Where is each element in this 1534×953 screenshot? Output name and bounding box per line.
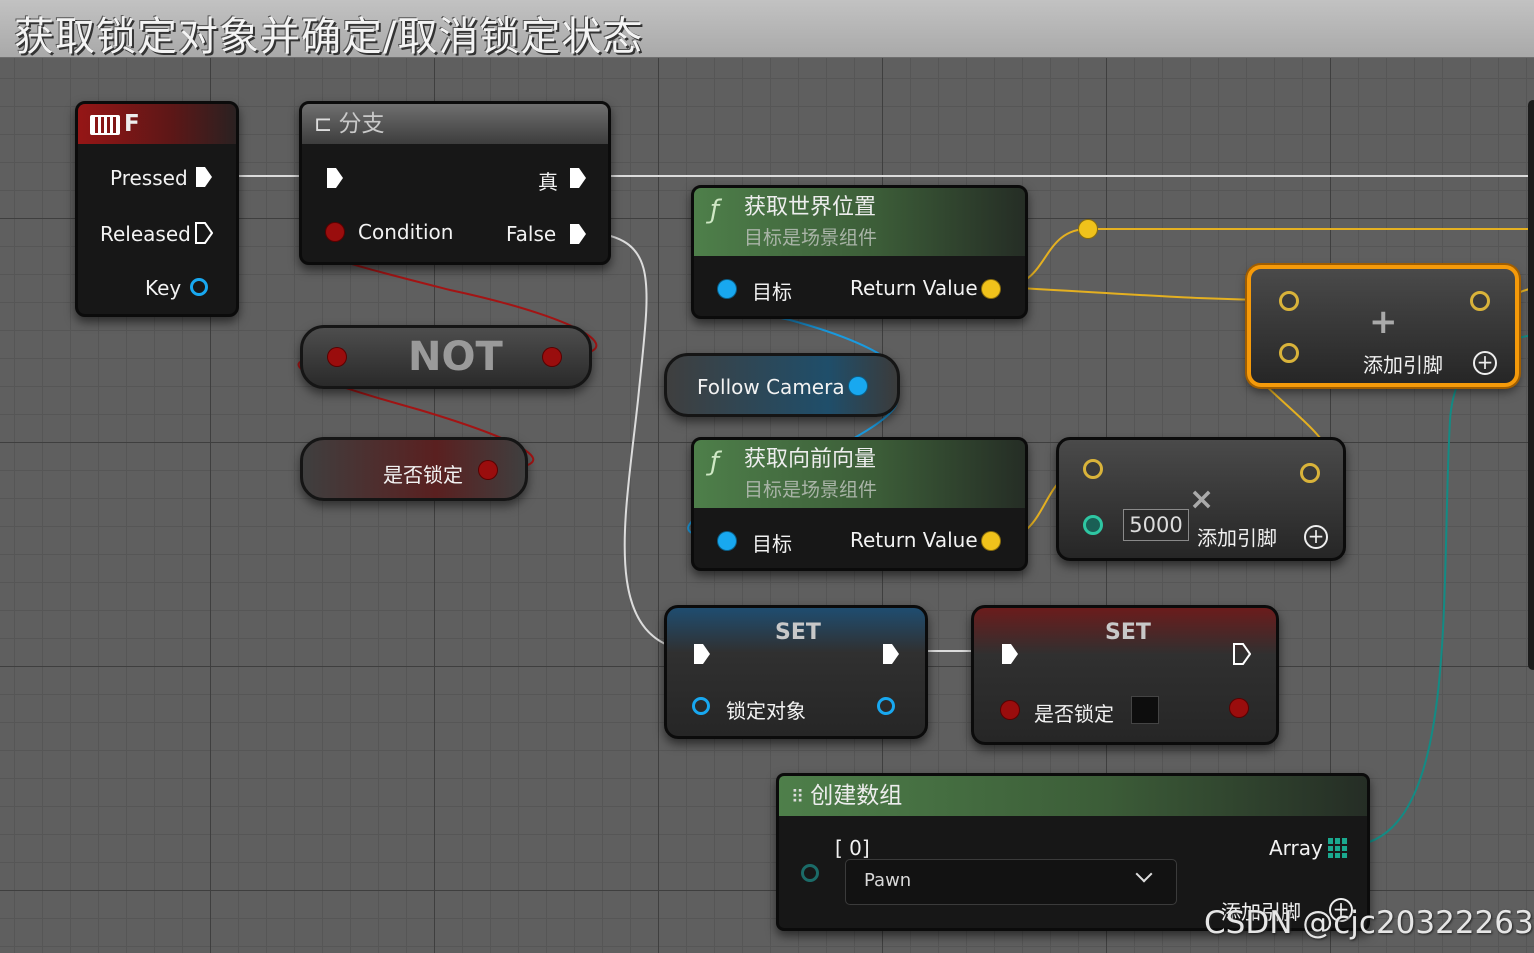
world-location-subtitle: 目标是场景组件: [744, 227, 878, 249]
multiply-add-pin-plus-icon[interactable]: +: [1304, 525, 1328, 549]
exec-wire-false-set: [589, 231, 691, 652]
multiply-value-field[interactable]: 5000: [1123, 509, 1189, 541]
not-node-title: NOT: [408, 334, 503, 380]
world-location-return-pin[interactable]: [982, 280, 1000, 298]
set-is-locked-exec-out[interactable]: [1233, 643, 1251, 665]
multiply-input-vector-pin[interactable]: [1083, 459, 1103, 479]
set-lock-target-input-pin[interactable]: [692, 697, 710, 715]
follow-camera-variable-node[interactable]: Follow Camera: [664, 353, 900, 417]
branch-exec-in-pin[interactable]: [326, 167, 344, 189]
make-array-title: 创建数组: [810, 783, 903, 809]
key-struct-pin[interactable]: [190, 278, 208, 296]
array-wire-out: [1345, 334, 1534, 847]
keyboard-icon: [90, 114, 120, 135]
vector-reroute-node[interactable]: [1079, 220, 1097, 238]
condition-bool-pin[interactable]: [326, 223, 344, 241]
graph-title-bar: 获取锁定对象并确定/取消锁定状态: [0, 0, 1534, 60]
add-output-pin[interactable]: [1470, 291, 1490, 311]
released-label: Released: [100, 222, 191, 246]
get-world-location-node[interactable]: ƒ 获取世界位置 目标是场景组件 目标 Return Value: [691, 185, 1028, 319]
get-forward-vector-node[interactable]: ƒ 获取向前向量 目标是场景组件 目标 Return Value: [691, 437, 1028, 571]
vector-wire-location-add: [999, 286, 1288, 301]
follow-camera-output-pin[interactable]: [849, 377, 867, 395]
multiply-vector-float-node[interactable]: × 5000 添加引脚 +: [1056, 437, 1346, 561]
add-input-a-pin[interactable]: [1279, 291, 1299, 311]
dropdown-selected-value: Pawn: [864, 870, 912, 891]
world-location-target-pin[interactable]: [718, 280, 736, 298]
set-lock-target-node[interactable]: SET 锁定对象: [664, 605, 928, 739]
forward-vector-header: ƒ 获取向前向量 目标是场景组件: [694, 440, 1025, 508]
add-vector-node[interactable]: + 添加引脚 +: [1247, 265, 1519, 387]
chevron-down-icon: [1135, 865, 1153, 883]
world-location-title: 获取世界位置: [744, 195, 877, 220]
offscreen-node-edge: [1528, 100, 1534, 670]
set-lock-target-output-pin[interactable]: [877, 697, 895, 715]
forward-vector-title: 获取向前向量: [744, 447, 877, 472]
set-is-locked-title: SET: [1105, 620, 1151, 645]
branch-node-title: 分支: [338, 111, 385, 137]
add-pin-label: 添加引脚: [1363, 353, 1443, 377]
not-input-pin[interactable]: [328, 348, 346, 366]
released-exec-pin[interactable]: [195, 222, 213, 244]
branch-node[interactable]: ⊏ 分支 真 Condition False: [299, 101, 611, 265]
key-label: Key: [145, 276, 182, 300]
array-grid-icon: ⠿: [791, 787, 805, 808]
key-node-header: F: [78, 104, 236, 144]
is-locked-output-pin[interactable]: [479, 461, 497, 479]
is-locked-label: 是否锁定: [383, 463, 463, 487]
set-is-locked-label: 是否锁定: [1034, 702, 1114, 726]
branch-node-header: ⊏ 分支: [302, 104, 608, 144]
function-icon: ƒ: [710, 195, 720, 225]
is-locked-variable-node[interactable]: 是否锁定: [300, 437, 528, 501]
watermark: CSDN @cjc2032226374: [1204, 905, 1534, 941]
set-lock-target-title: SET: [775, 620, 821, 645]
world-location-target-label: 目标: [752, 280, 792, 304]
set-lock-target-exec-in[interactable]: [693, 643, 711, 665]
key-f-event-node[interactable]: F Pressed Released Key: [75, 101, 239, 317]
forward-vector-return-pin[interactable]: [982, 532, 1000, 550]
pawn-class-dropdown[interactable]: Pawn: [845, 859, 1177, 905]
pressed-label: Pressed: [110, 166, 188, 190]
not-node[interactable]: NOT: [300, 325, 592, 389]
forward-vector-subtitle: 目标是场景组件: [744, 479, 878, 501]
array-grid-pin[interactable]: [1328, 838, 1348, 858]
set-lock-target-label: 锁定对象: [726, 699, 806, 723]
key-node-title: F: [124, 111, 140, 137]
array-index-label: [ 0]: [835, 836, 870, 860]
multiply-input-float-pin[interactable]: [1083, 515, 1103, 535]
add-symbol: +: [1369, 302, 1398, 342]
world-location-header: ƒ 获取世界位置 目标是场景组件: [694, 188, 1025, 256]
false-label: False: [506, 222, 557, 246]
forward-vector-target-pin[interactable]: [718, 532, 736, 550]
add-pin-plus-icon[interactable]: +: [1473, 351, 1497, 375]
set-lock-target-exec-out[interactable]: [882, 643, 900, 665]
page-title: 获取锁定对象并确定/取消锁定状态: [14, 14, 644, 60]
condition-label: Condition: [358, 220, 454, 244]
set-is-locked-output-pin[interactable]: [1230, 699, 1248, 717]
set-is-locked-input-pin[interactable]: [1001, 701, 1019, 719]
set-is-locked-exec-in[interactable]: [1001, 643, 1019, 665]
not-output-pin[interactable]: [543, 348, 561, 366]
add-input-b-pin[interactable]: [1279, 343, 1299, 363]
function-icon: ƒ: [710, 447, 720, 477]
multiply-symbol: ×: [1189, 482, 1215, 517]
forward-vector-return-label: Return Value: [850, 528, 978, 552]
follow-camera-label: Follow Camera: [697, 375, 845, 399]
branch-icon: ⊏: [314, 112, 333, 137]
world-location-return-label: Return Value: [850, 276, 978, 300]
make-array-header: ⠿ 创建数组: [779, 776, 1367, 816]
set-is-locked-checkbox[interactable]: [1131, 696, 1159, 724]
multiply-output-pin[interactable]: [1300, 463, 1320, 483]
true-exec-pin[interactable]: [569, 167, 587, 189]
array-output-label: Array: [1269, 836, 1323, 860]
multiply-add-pin-label: 添加引脚: [1197, 526, 1277, 550]
set-is-locked-node[interactable]: SET 是否锁定: [971, 605, 1279, 745]
false-exec-pin[interactable]: [569, 223, 587, 245]
array-element-input-pin[interactable]: [801, 864, 819, 882]
pressed-exec-pin[interactable]: [195, 166, 213, 188]
true-label: 真: [538, 170, 558, 194]
forward-vector-target-label: 目标: [752, 532, 792, 556]
